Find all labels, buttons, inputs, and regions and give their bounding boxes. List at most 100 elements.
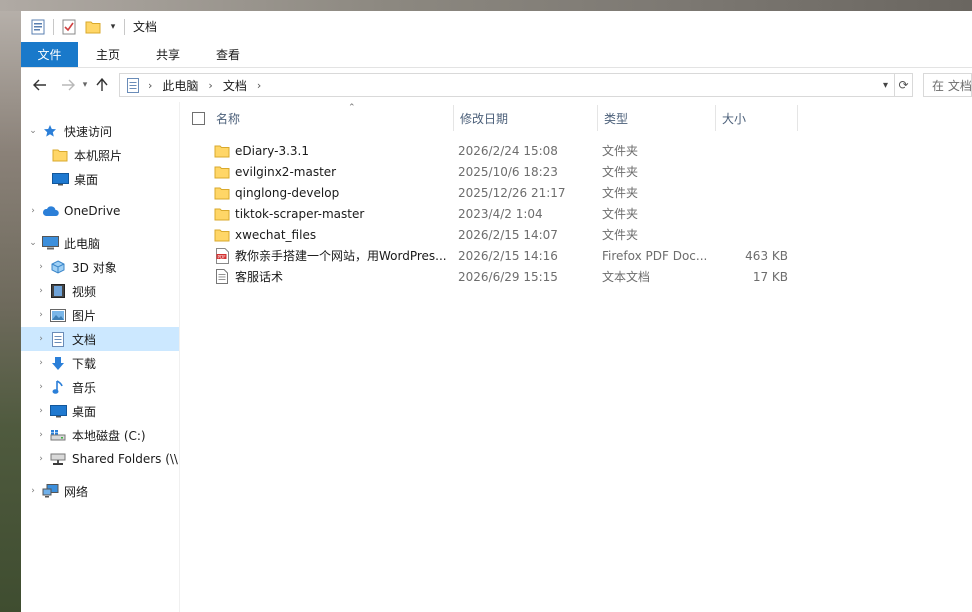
chevron-right-icon[interactable]: › (142, 79, 158, 92)
tab-view[interactable]: 查看 (198, 42, 258, 67)
ribbon-tabs: 文件 主页 共享 查看 (21, 42, 972, 68)
checklist-icon[interactable] (60, 18, 78, 36)
file-name-cell: evilginx2-master (214, 161, 448, 182)
file-size: 463 KB (745, 248, 788, 263)
file-row[interactable]: 客服话术 2026/6/29 15:15 文本文档 17 KB (180, 266, 972, 287)
nav-shared-folders[interactable]: › Shared Folders (\\ (21, 447, 179, 471)
nav-local-disk-c[interactable]: › 本地磁盘 (C:) (21, 423, 179, 447)
properties-icon[interactable] (29, 18, 47, 36)
collapsed-arrow-icon[interactable]: › (33, 382, 49, 392)
file-name-cell: PDF 教你亲手搭建一个网站，用WordPres... (214, 245, 448, 266)
desktop-wallpaper-left (0, 0, 21, 612)
tab-file[interactable]: 文件 (21, 42, 78, 67)
tab-home[interactable]: 主页 (78, 42, 138, 67)
file-row[interactable]: qinglong-develop 2025/12/26 21:17 文件夹 (180, 182, 972, 203)
nav-network[interactable]: › 网络 (21, 479, 179, 503)
collapsed-arrow-icon[interactable]: › (33, 286, 49, 296)
collapsed-arrow-icon[interactable]: › (33, 454, 49, 464)
desktop-wallpaper-top (0, 0, 972, 11)
window-title: 文档 (133, 20, 158, 34)
refresh-button[interactable]: ⟳ (895, 73, 913, 97)
chevron-right-icon[interactable]: › (251, 79, 267, 92)
column-header-date[interactable]: 修改日期 (454, 105, 598, 131)
nav-downloads[interactable]: › 下载 (21, 351, 179, 375)
svg-text:PDF: PDF (217, 254, 226, 259)
file-name-cell: tiktok-scraper-master (214, 203, 448, 224)
file-type: 文件夹 (602, 165, 639, 179)
column-label: 类型 (604, 111, 629, 126)
collapsed-arrow-icon[interactable]: › (33, 262, 49, 272)
nav-documents[interactable]: › 文档 (21, 327, 179, 351)
file-row[interactable]: xwechat_files 2026/2/15 14:07 文件夹 (180, 224, 972, 245)
back-button[interactable] (29, 74, 51, 96)
column-header-type[interactable]: 类型 (598, 105, 716, 131)
network-drive-icon (49, 451, 67, 467)
file-date: 2026/2/15 14:07 (458, 227, 558, 242)
video-icon (49, 283, 67, 299)
column-header-name[interactable]: ⌃ 名称 (210, 103, 454, 131)
nav-local-photos[interactable]: 本机照片 (21, 143, 179, 167)
file-row[interactable]: PDF 教你亲手搭建一个网站，用WordPres... 2026/2/15 14… (180, 245, 972, 266)
address-dropdown-icon[interactable]: ▾ (877, 74, 894, 96)
column-header-size[interactable]: 大小 (716, 105, 798, 131)
new-folder-icon[interactable] (84, 18, 102, 36)
nav-label: 本地磁盘 (C:) (72, 428, 146, 443)
collapsed-arrow-icon[interactable]: › (33, 430, 49, 440)
text-file-icon (214, 269, 230, 285)
file-type: 文件夹 (602, 228, 639, 242)
expanded-arrow-icon[interactable]: ⌄ (25, 238, 41, 248)
nav-quick-access[interactable]: ⌄ 快速访问 (21, 119, 179, 143)
collapsed-arrow-icon[interactable]: › (25, 486, 41, 496)
file-row[interactable]: tiktok-scraper-master 2023/4/2 1:04 文件夹 (180, 203, 972, 224)
nav-label: 桌面 (72, 404, 97, 419)
nav-label: 此电脑 (64, 236, 101, 251)
nav-pictures[interactable]: › 图片 (21, 303, 179, 327)
file-name: eDiary-3.3.1 (235, 143, 309, 158)
tree-gap (21, 223, 179, 231)
column-label: 大小 (722, 111, 747, 126)
nav-label: 视频 (72, 284, 97, 299)
forward-button[interactable] (57, 74, 79, 96)
nav-desktop-quick[interactable]: 桌面 (21, 167, 179, 191)
nav-this-pc[interactable]: ⌄ 此电脑 (21, 231, 179, 255)
nav-label: Shared Folders (\\ (72, 452, 178, 466)
file-name: 客服话术 (235, 270, 284, 284)
file-type: 文件夹 (602, 144, 639, 158)
file-date: 2025/10/6 18:23 (458, 164, 558, 179)
breadcrumb-this-pc[interactable]: 此电脑 (158, 77, 202, 94)
collapsed-arrow-icon[interactable]: › (25, 206, 41, 216)
nav-videos[interactable]: › 视频 (21, 279, 179, 303)
search-input[interactable]: 在 文档 (923, 73, 972, 97)
file-size (722, 182, 788, 203)
file-name: qinglong-develop (235, 185, 340, 200)
column-label: 名称 (216, 111, 241, 126)
file-size (722, 161, 788, 182)
nav-onedrive[interactable]: › OneDrive (21, 199, 179, 223)
breadcrumb-documents[interactable]: 文档 (219, 77, 251, 94)
title-bar: ▾ 文档 (21, 11, 972, 42)
expanded-arrow-icon[interactable]: ⌄ (25, 126, 41, 136)
chevron-right-icon[interactable]: › (202, 79, 218, 92)
column-label: 修改日期 (460, 111, 509, 126)
file-row[interactable]: evilginx2-master 2025/10/6 18:23 文件夹 (180, 161, 972, 182)
navigation-pane: ⌄ 快速访问 本机照片 桌面 › OneDrive ⌄ 此电脑 › 3D 对象 … (21, 102, 180, 612)
collapsed-arrow-icon[interactable]: › (33, 406, 49, 416)
nav-desktop[interactable]: › 桌面 (21, 399, 179, 423)
recent-locations-icon[interactable]: ▾ (79, 74, 91, 96)
up-button[interactable] (91, 74, 113, 96)
collapsed-arrow-icon[interactable]: › (33, 334, 49, 344)
collapsed-arrow-icon[interactable]: › (33, 358, 49, 368)
nav-music[interactable]: › 音乐 (21, 375, 179, 399)
select-all-checkbox[interactable] (192, 112, 205, 125)
drive-icon (49, 427, 67, 443)
computer-icon (41, 235, 59, 251)
customize-toolbar-icon[interactable]: ▾ (108, 18, 118, 36)
file-name: evilginx2-master (235, 164, 337, 179)
file-row[interactable]: eDiary-3.3.1 2026/2/24 15:08 文件夹 (180, 140, 972, 161)
file-name: xwechat_files (235, 227, 317, 242)
collapsed-arrow-icon[interactable]: › (33, 310, 49, 320)
file-name: 教你亲手搭建一个网站，用WordPres... (235, 249, 447, 263)
nav-3d-objects[interactable]: › 3D 对象 (21, 255, 179, 279)
address-bar[interactable]: › 此电脑 › 文档 › ▾ (119, 73, 895, 97)
tab-share[interactable]: 共享 (138, 42, 198, 67)
